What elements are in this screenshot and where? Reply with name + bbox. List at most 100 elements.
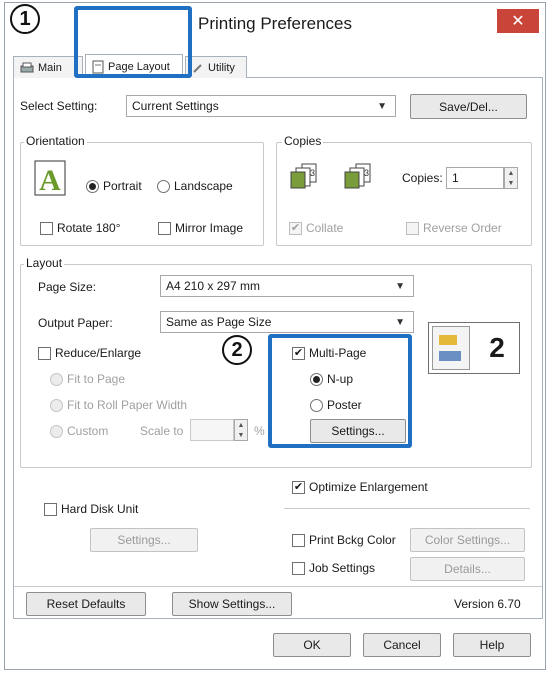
rotate-label: Rotate 180° xyxy=(57,221,121,235)
spin-down-icon: ▼ xyxy=(507,179,515,187)
copies-spinner[interactable]: ▲ ▼ xyxy=(504,167,518,189)
portrait-page-icon: A xyxy=(34,160,66,196)
bckg-label: Print Bckg Color xyxy=(309,533,396,547)
collate-label: Collate xyxy=(306,221,344,235)
svg-text:3: 3 xyxy=(310,168,315,178)
print-bckg-color-checkbox[interactable]: Print Bckg Color xyxy=(292,533,396,547)
custom-radio-dot xyxy=(50,424,63,438)
output-paper-dropdown[interactable]: Same as Page Size ▼ xyxy=(160,311,414,333)
reverse-checkbox-box xyxy=(406,221,419,235)
collated-copies-icon-2: 3 xyxy=(344,163,371,189)
preview-image-1 xyxy=(439,335,457,345)
rotate-180-checkbox[interactable]: Rotate 180° xyxy=(40,221,121,235)
callout-2: 2 xyxy=(222,335,252,365)
utility-icon xyxy=(193,63,202,73)
reduce-label: Reduce/Enlarge xyxy=(55,346,142,360)
preview-sheet xyxy=(432,326,470,370)
landscape-label: Landscape xyxy=(174,179,233,193)
optimize-label: Optimize Enlargement xyxy=(309,480,428,494)
tab-main[interactable]: Main xyxy=(13,56,83,78)
job-checkbox-box xyxy=(292,561,305,575)
svg-text:3: 3 xyxy=(364,168,369,178)
reduce-checkbox-box xyxy=(38,346,51,360)
landscape-radio[interactable]: Landscape xyxy=(157,179,233,193)
reset-defaults-button[interactable]: Reset Defaults xyxy=(26,592,146,616)
close-button[interactable]: ✕ xyxy=(497,9,539,33)
page-size-dropdown[interactable]: A4 210 x 297 mm ▼ xyxy=(160,275,414,297)
copies-count-label: Copies: xyxy=(402,171,443,185)
scale-spinner[interactable]: ▲ ▼ xyxy=(234,419,248,441)
nup-count: 2 xyxy=(489,332,505,363)
tab-main-label: Main xyxy=(38,61,62,74)
multi-page-preview: 2 xyxy=(428,322,520,374)
bckg-checkbox-box xyxy=(292,533,305,547)
copies-value: 1 xyxy=(452,171,459,185)
layout-group-label: Layout xyxy=(24,256,65,270)
chevron-down-icon: ▼ xyxy=(395,281,405,292)
show-settings-button[interactable]: Show Settings... xyxy=(172,592,292,616)
copies-group-label: Copies xyxy=(282,134,324,148)
portrait-radio-dot xyxy=(86,179,99,193)
preview-image-2 xyxy=(439,351,461,361)
scale-to-label: Scale to xyxy=(140,424,184,438)
tab-utility[interactable]: Utility xyxy=(185,56,247,78)
optimize-checkbox-box xyxy=(292,480,305,494)
custom-radio[interactable]: Custom xyxy=(50,424,108,438)
multi-page-highlight xyxy=(268,334,412,448)
ok-button[interactable]: OK xyxy=(273,633,351,657)
save-del-button[interactable]: Save/Del... xyxy=(410,94,527,119)
reduce-enlarge-checkbox[interactable]: Reduce/Enlarge xyxy=(38,346,141,360)
landscape-radio-dot xyxy=(157,179,170,193)
job-settings-checkbox[interactable]: Job Settings xyxy=(292,561,375,575)
color-settings-button[interactable]: Color Settings... xyxy=(410,528,525,552)
chevron-down-icon: ▼ xyxy=(377,101,387,112)
hard-disk-settings-button[interactable]: Settings... xyxy=(90,528,198,552)
page-size-label: Page Size: xyxy=(38,280,97,294)
spin-down-icon: ▼ xyxy=(237,431,245,439)
scale-input[interactable] xyxy=(190,419,234,441)
separator-right xyxy=(284,508,530,509)
fit-to-roll-radio[interactable]: Fit to Roll Paper Width xyxy=(50,398,187,412)
details-button[interactable]: Details... xyxy=(410,557,525,581)
separator-bottom xyxy=(14,586,542,587)
select-setting-value: Current Settings xyxy=(132,99,219,113)
output-paper-label: Output Paper: xyxy=(38,316,113,330)
orientation-group-label: Orientation xyxy=(24,134,87,148)
fit-page-label: Fit to Page xyxy=(67,372,126,386)
portrait-radio[interactable]: Portrait xyxy=(86,179,142,193)
reverse-order-checkbox[interactable]: Reverse Order xyxy=(406,221,502,235)
cancel-button[interactable]: Cancel xyxy=(363,633,441,657)
collate-checkbox-box xyxy=(289,221,302,235)
tab-utility-label: Utility xyxy=(208,61,235,74)
chevron-down-icon: ▼ xyxy=(395,317,405,328)
fit-roll-label: Fit to Roll Paper Width xyxy=(67,398,188,412)
page-size-value: A4 210 x 297 mm xyxy=(166,279,261,293)
optimize-enlargement-checkbox[interactable]: Optimize Enlargement xyxy=(292,480,428,494)
portrait-label: Portrait xyxy=(103,179,142,193)
job-settings-label: Job Settings xyxy=(309,561,376,575)
version-label: Version 6.70 xyxy=(454,597,521,611)
hard-disk-checkbox-box xyxy=(44,502,57,516)
fit-roll-radio-dot xyxy=(50,398,63,412)
mirror-image-checkbox[interactable]: Mirror Image xyxy=(158,221,243,235)
help-button[interactable]: Help xyxy=(453,633,531,657)
printer-icon xyxy=(20,62,34,72)
output-paper-value: Same as Page Size xyxy=(166,315,272,329)
spin-up-icon: ▲ xyxy=(507,169,515,177)
copies-input[interactable]: 1 xyxy=(446,167,504,189)
percent-label: % xyxy=(254,424,265,438)
spin-up-icon: ▲ xyxy=(237,421,245,429)
callout-1: 1 xyxy=(10,4,40,34)
mirror-checkbox-box xyxy=(158,221,171,235)
hard-disk-unit-checkbox[interactable]: Hard Disk Unit xyxy=(44,502,138,516)
hard-disk-label: Hard Disk Unit xyxy=(61,502,139,516)
page-layout-highlight xyxy=(74,6,192,78)
rotate-checkbox-box xyxy=(40,221,53,235)
select-setting-dropdown[interactable]: Current Settings ▼ xyxy=(126,95,396,117)
custom-label: Custom xyxy=(67,424,109,438)
mirror-label: Mirror Image xyxy=(175,221,244,235)
collate-checkbox[interactable]: Collate xyxy=(289,221,343,235)
fit-page-radio-dot xyxy=(50,372,63,386)
collated-copies-icon: 3 xyxy=(290,163,317,189)
fit-to-page-radio[interactable]: Fit to Page xyxy=(50,372,125,386)
